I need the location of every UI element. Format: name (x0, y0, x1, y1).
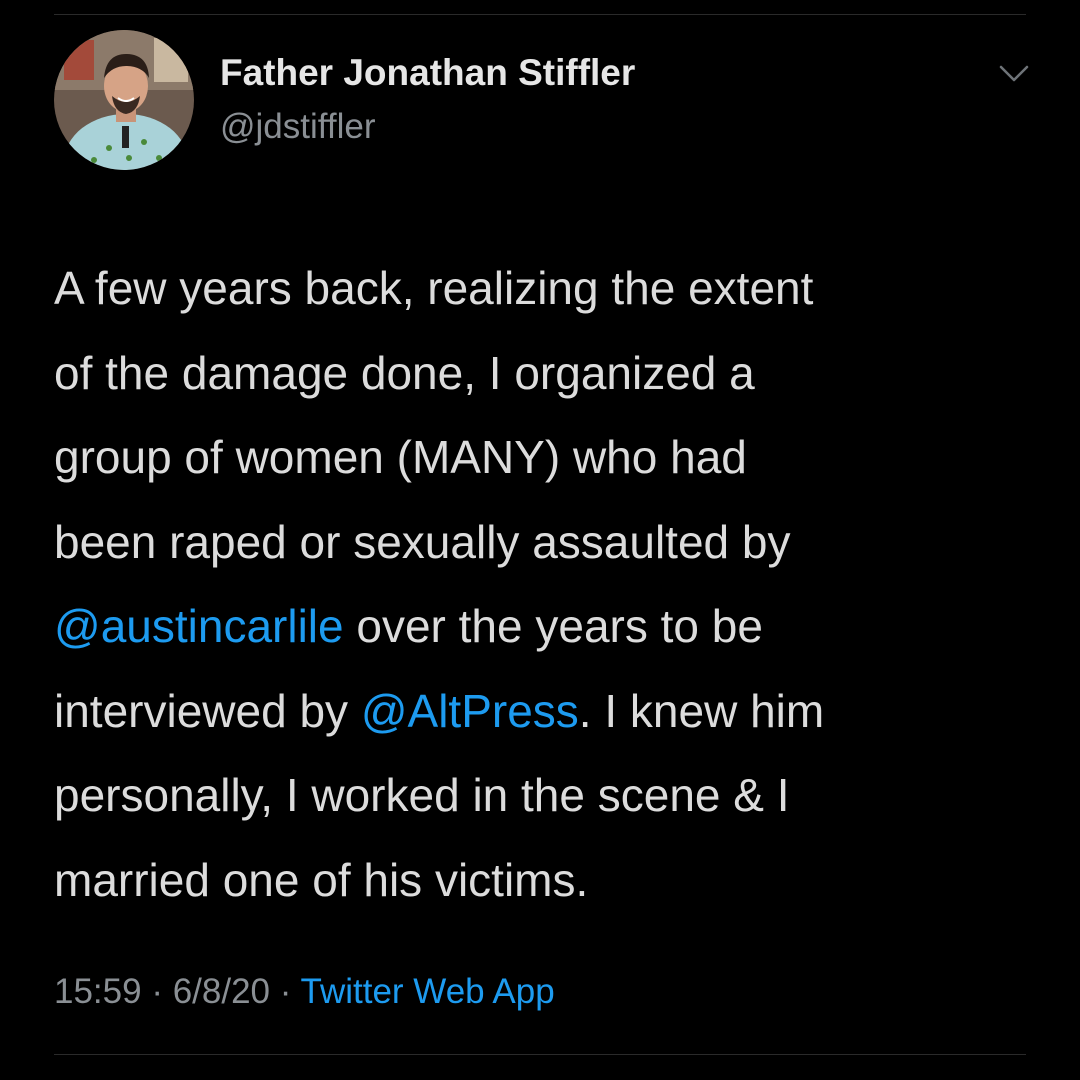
text-segment: married one of his victims. (54, 853, 589, 906)
tweet-text-line: been raped or sexually assaulted by (54, 500, 1044, 585)
text-segment: . I knew him (578, 684, 825, 737)
text-segment: personally, I worked in the scene & I (54, 769, 790, 821)
tweet-text-line: personally, I worked in the scene & I (54, 753, 1044, 838)
tweet-date[interactable]: 6/8/20 (173, 972, 270, 1011)
top-divider (54, 14, 1026, 15)
text-segment: of the damage done, I organized a (54, 346, 755, 399)
tweet-text-line: interviewed by @AltPress. I knew him (54, 669, 1044, 754)
avatar[interactable] (54, 30, 194, 170)
tweet-source-link[interactable]: Twitter Web App (301, 972, 555, 1011)
tweet-text-line: of the damage done, I organized a (54, 331, 1044, 416)
chevron-down-icon[interactable] (996, 62, 1032, 86)
tweet-metadata: 15:59 · 6/8/20 · Twitter Web App (54, 972, 555, 1012)
tweet-text-line: @austincarlile over the years to be (54, 584, 1044, 669)
meta-separator: · (270, 972, 301, 1011)
tweet-text-line: A few years back, realizing the extent (54, 246, 1044, 331)
mention-austincarlile-link[interactable]: @austincarlile (54, 600, 344, 652)
text-segment: group of women (MANY) who had (54, 431, 747, 483)
author-handle[interactable]: @jdstiffler (220, 107, 375, 147)
text-segment: over the years to be (343, 600, 763, 652)
text-segment: A few years back, realizing the extent (54, 262, 814, 314)
meta-separator: · (141, 972, 173, 1011)
tweet-text-line: married one of his victims. (54, 838, 1044, 923)
tweet-time[interactable]: 15:59 (54, 972, 142, 1011)
mention-altpress-link[interactable]: @AltPress (361, 685, 579, 737)
author-display-name[interactable]: Father Jonathan Stiffler (220, 52, 635, 94)
tweet-text: A few years back, realizing the extent o… (54, 246, 1044, 922)
text-segment: interviewed by (54, 684, 361, 737)
avatar-image (54, 30, 194, 170)
bottom-divider (54, 1054, 1026, 1055)
text-segment: been raped or sexually assaulted by (54, 515, 791, 568)
tweet-text-line: group of women (MANY) who had (54, 415, 1044, 500)
